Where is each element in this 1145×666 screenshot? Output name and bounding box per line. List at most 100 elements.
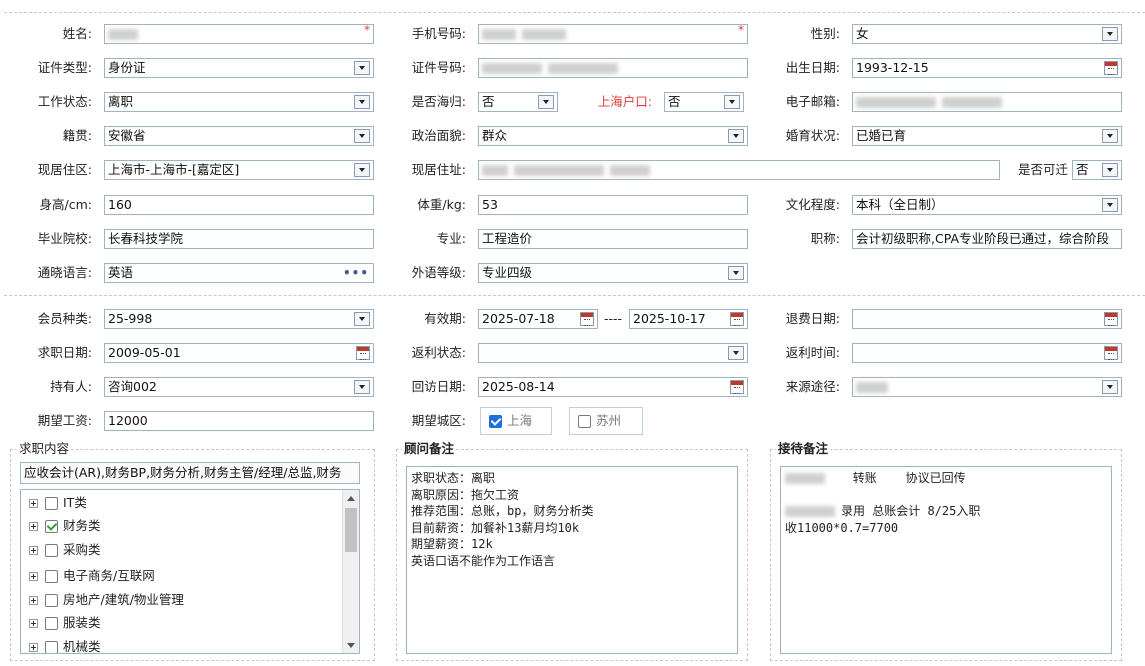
chevron-down-icon[interactable] bbox=[1102, 198, 1118, 212]
work-status-select[interactable]: 离职 bbox=[104, 92, 374, 112]
native-place-value: 安徽省 bbox=[108, 128, 146, 143]
calendar-icon[interactable] bbox=[1104, 346, 1118, 360]
height-field[interactable]: 160 bbox=[104, 195, 374, 215]
checkbox[interactable] bbox=[45, 594, 58, 607]
note-line: 目前薪资：加餐补13薪月均10k bbox=[411, 520, 580, 535]
relocate-select[interactable]: 否 bbox=[1072, 160, 1122, 180]
name-field[interactable]: * bbox=[104, 24, 374, 44]
political-label: 政治面貌: bbox=[411, 128, 466, 143]
salary-value: 12000 bbox=[108, 413, 148, 428]
expand-icon[interactable] bbox=[29, 546, 38, 555]
school-field[interactable]: 长春科技学院 bbox=[104, 229, 374, 249]
id-type-value: 身份证 bbox=[108, 60, 146, 75]
checkbox[interactable] bbox=[45, 617, 58, 630]
scroll-up-icon[interactable] bbox=[347, 496, 355, 501]
refund-date-field[interactable] bbox=[852, 309, 1122, 329]
tree-item[interactable]: 电子商务/互联网 bbox=[29, 566, 155, 586]
member-type-select[interactable]: 25-998 bbox=[104, 309, 374, 329]
expand-icon[interactable] bbox=[29, 596, 38, 605]
valid-to-field[interactable]: 2025-10-17 bbox=[629, 309, 748, 329]
chevron-down-icon[interactable] bbox=[354, 95, 370, 109]
tree-item[interactable]: 服装类 bbox=[29, 613, 101, 633]
valid-from-field[interactable]: 2025-07-18 bbox=[478, 309, 598, 329]
tree-item[interactable]: 机械类 bbox=[29, 637, 101, 653]
source-select[interactable] bbox=[852, 377, 1122, 397]
salary-field[interactable]: 12000 bbox=[104, 411, 374, 431]
expand-icon[interactable] bbox=[29, 522, 38, 531]
tree-item[interactable]: 房地产/建筑/物业管理 bbox=[29, 590, 184, 610]
holder-value: 咨询002 bbox=[108, 379, 157, 394]
chevron-down-icon[interactable] bbox=[1102, 27, 1118, 41]
reception-notes-textarea[interactable]: 转账 协议已回传 录用 总账会计 8/25入职 收11000*0.7=7700 bbox=[780, 466, 1112, 654]
marital-select[interactable]: 已婚已育 bbox=[852, 126, 1122, 146]
major-field[interactable]: 工程造价 bbox=[478, 229, 748, 249]
email-field[interactable] bbox=[852, 92, 1122, 112]
checkbox[interactable] bbox=[578, 415, 591, 428]
checkbox[interactable] bbox=[45, 520, 58, 533]
calendar-icon[interactable] bbox=[730, 380, 744, 394]
tree-item[interactable]: IT类 bbox=[29, 493, 87, 513]
chevron-down-icon[interactable] bbox=[354, 129, 370, 143]
relocate-value: 否 bbox=[1076, 162, 1089, 177]
visit-date-label: 回访日期: bbox=[411, 379, 466, 394]
rebate-status-select[interactable] bbox=[478, 343, 748, 363]
gender-select[interactable]: 女 bbox=[852, 24, 1122, 44]
native-place-select[interactable]: 安徽省 bbox=[104, 126, 374, 146]
checkbox[interactable] bbox=[45, 497, 58, 510]
job-date-field[interactable]: 2009-05-01 bbox=[104, 343, 374, 363]
expand-icon[interactable] bbox=[29, 499, 38, 508]
residence-area-select[interactable]: 上海市-上海市-[嘉定区] bbox=[104, 160, 374, 180]
chevron-down-icon[interactable] bbox=[728, 346, 744, 360]
expand-icon[interactable] bbox=[29, 572, 38, 581]
id-type-select[interactable]: 身份证 bbox=[104, 58, 374, 78]
calendar-icon[interactable] bbox=[1104, 312, 1118, 326]
weight-field[interactable]: 53 bbox=[478, 195, 748, 215]
calendar-icon[interactable] bbox=[580, 312, 594, 326]
checkbox[interactable] bbox=[489, 415, 502, 428]
id-number-field[interactable] bbox=[478, 58, 748, 78]
chevron-down-icon[interactable] bbox=[1102, 129, 1118, 143]
chevron-down-icon[interactable] bbox=[354, 61, 370, 75]
chevron-down-icon[interactable] bbox=[538, 95, 554, 109]
tree-scrollbar[interactable] bbox=[342, 490, 359, 653]
professional-title-field[interactable]: 会计初级职称,CPA专业阶段已通过，综合阶段 bbox=[852, 229, 1122, 249]
checkbox[interactable] bbox=[45, 641, 58, 653]
chevron-down-icon[interactable] bbox=[724, 95, 740, 109]
tree-item[interactable]: 财务类 bbox=[29, 516, 101, 536]
calendar-icon[interactable] bbox=[356, 346, 370, 360]
checkbox[interactable] bbox=[45, 570, 58, 583]
foreign-level-select[interactable]: 专业四级 bbox=[478, 263, 748, 283]
calendar-icon[interactable] bbox=[1104, 61, 1118, 75]
chevron-down-icon[interactable] bbox=[354, 312, 370, 326]
returnee-select[interactable]: 否 bbox=[478, 92, 558, 112]
language-field[interactable]: 英语 ••• bbox=[104, 263, 374, 283]
calendar-icon[interactable] bbox=[730, 312, 744, 326]
tree-item[interactable]: 采购类 bbox=[29, 540, 101, 560]
chevron-down-icon[interactable] bbox=[728, 129, 744, 143]
rebate-time-field[interactable] bbox=[852, 343, 1122, 363]
political-select[interactable]: 群众 bbox=[478, 126, 748, 146]
job-category-tree[interactable]: IT类 财务类 采购类 电子商务/互联网 房地产/建筑/物业管理 服装类 机械类 bbox=[20, 489, 360, 654]
chevron-down-icon[interactable] bbox=[354, 380, 370, 394]
scroll-down-icon[interactable] bbox=[347, 643, 355, 648]
hukou-select[interactable]: 否 bbox=[664, 92, 744, 112]
chevron-down-icon[interactable] bbox=[354, 163, 370, 177]
holder-select[interactable]: 咨询002 bbox=[104, 377, 374, 397]
city-suzhou-option[interactable]: 苏州 bbox=[569, 407, 643, 435]
education-select[interactable]: 本科（全日制） bbox=[852, 195, 1122, 215]
chevron-down-icon[interactable] bbox=[728, 266, 744, 280]
city-shanghai-option[interactable]: 上海 bbox=[480, 407, 552, 435]
more-icon[interactable]: ••• bbox=[343, 267, 369, 279]
chevron-down-icon[interactable] bbox=[1102, 163, 1118, 177]
scroll-thumb[interactable] bbox=[345, 508, 357, 552]
expand-icon[interactable] bbox=[29, 643, 38, 652]
checkbox[interactable] bbox=[45, 544, 58, 557]
address-field[interactable] bbox=[478, 160, 1000, 180]
advisor-notes-textarea[interactable]: 求职状态：离职 离职原因：拖欠工资 推荐范围：总账，bp，财务分析类 目前薪资：加餐补… bbox=[406, 466, 738, 654]
expand-icon[interactable] bbox=[29, 619, 38, 628]
birth-date-field[interactable]: 1993-12-15 bbox=[852, 58, 1122, 78]
phone-field[interactable]: * bbox=[478, 24, 748, 44]
visit-date-field[interactable]: 2025-08-14 bbox=[478, 377, 748, 397]
job-selected-field[interactable]: 应收会计(AR),财务BP,财务分析,财务主管/经理/总监,财务 bbox=[20, 462, 360, 484]
chevron-down-icon[interactable] bbox=[1102, 380, 1118, 394]
